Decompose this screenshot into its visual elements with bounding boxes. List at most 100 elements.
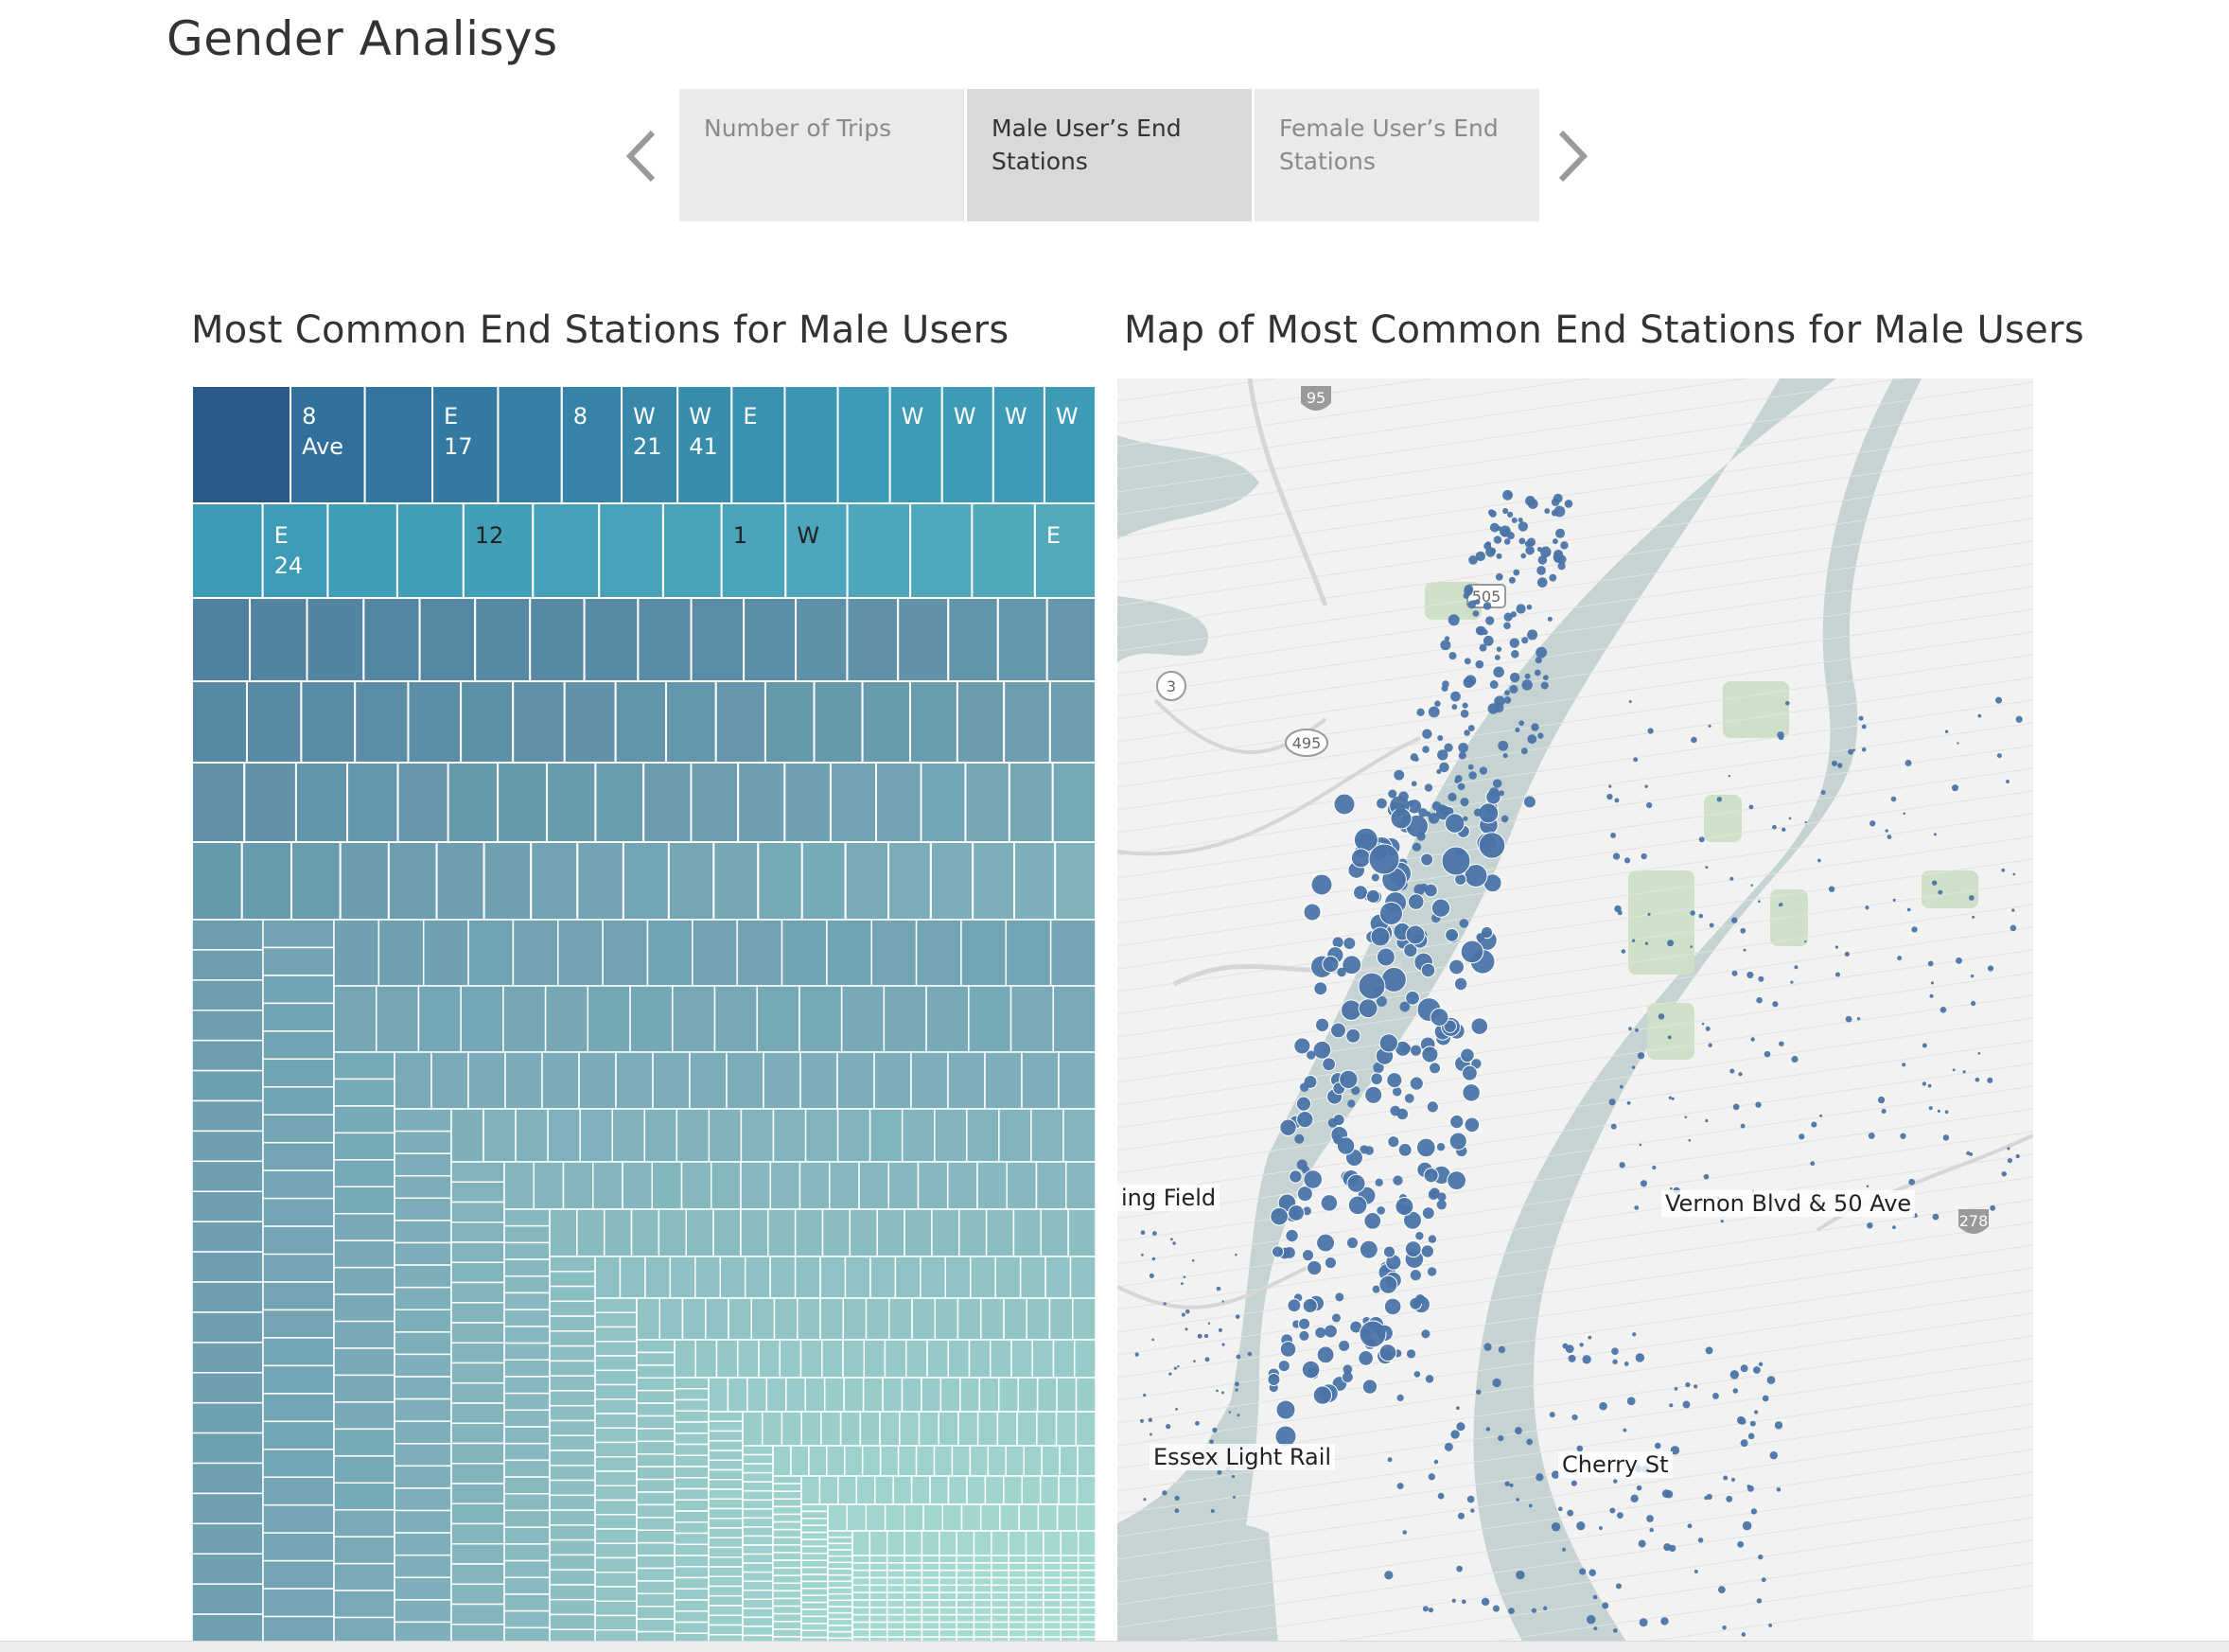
station-point[interactable]: [1621, 949, 1626, 954]
treemap-cell[interactable]: [888, 1297, 913, 1341]
station-point[interactable]: [1972, 915, 1975, 919]
treemap-cell[interactable]: [921, 1599, 940, 1608]
station-point[interactable]: [1527, 629, 1538, 641]
station-point[interactable]: [1728, 774, 1731, 778]
station-point[interactable]: [1453, 976, 1468, 992]
station-point[interactable]: [1279, 1118, 1297, 1136]
treemap-cell[interactable]: [851, 1530, 871, 1556]
station-point[interactable]: [1690, 945, 1693, 948]
treemap-cell[interactable]: [642, 762, 693, 843]
treemap-cell[interactable]: [904, 1621, 923, 1631]
station-point[interactable]: [1337, 967, 1346, 977]
treemap-cell[interactable]: [674, 1466, 710, 1479]
treemap-cell[interactable]: [1060, 1613, 1079, 1624]
treemap-cell[interactable]: [192, 1069, 264, 1102]
station-point[interactable]: [1197, 1333, 1202, 1339]
treemap-cell[interactable]: [450, 1483, 505, 1504]
treemap-cell[interactable]: [560, 386, 623, 504]
station-point[interactable]: [1235, 1314, 1240, 1319]
station-point[interactable]: [1287, 1298, 1302, 1313]
station-point[interactable]: [1418, 808, 1428, 817]
station-point[interactable]: [1307, 1259, 1323, 1276]
station-point[interactable]: [1333, 793, 1356, 816]
station-point[interactable]: [2006, 780, 2010, 783]
treemap-cell[interactable]: [939, 1377, 961, 1413]
treemap-cell[interactable]: [636, 1440, 676, 1455]
station-point[interactable]: [1466, 1495, 1475, 1503]
treemap-cell[interactable]: [884, 1503, 905, 1532]
treemap-cell[interactable]: [557, 919, 604, 987]
treemap-cell[interactable]: [1044, 1256, 1072, 1299]
treemap-cell[interactable]: [869, 1591, 888, 1601]
treemap-cell[interactable]: [879, 1411, 901, 1447]
treemap-cell[interactable]: [939, 1569, 957, 1579]
station-point[interactable]: [1612, 1359, 1618, 1364]
treemap-cell[interactable]: [363, 386, 434, 504]
treemap-cell[interactable]: [991, 1591, 1009, 1601]
treemap-cell[interactable]: [504, 1051, 543, 1110]
station-point[interactable]: [1323, 1324, 1338, 1339]
treemap-cell[interactable]: [904, 1530, 923, 1556]
treemap-cell[interactable]: [781, 1411, 802, 1447]
station-point[interactable]: [1444, 636, 1450, 641]
station-point[interactable]: [1228, 1411, 1232, 1414]
treemap-cell[interactable]: [708, 1556, 744, 1568]
station-point[interactable]: [1345, 1028, 1361, 1044]
treemap-cell[interactable]: [827, 1561, 853, 1570]
treemap-cell[interactable]: [532, 502, 601, 599]
station-point[interactable]: [1456, 1406, 1460, 1411]
station-point[interactable]: [1752, 1366, 1761, 1374]
station-point[interactable]: [1231, 1474, 1236, 1479]
treemap-cell[interactable]: [708, 1595, 744, 1607]
station-point[interactable]: [1687, 1523, 1693, 1529]
station-point[interactable]: [1185, 1309, 1190, 1314]
station-point[interactable]: [1638, 1539, 1646, 1548]
station-point[interactable]: [1531, 1608, 1537, 1613]
station-point[interactable]: [1442, 680, 1449, 688]
treemap-cell[interactable]: [985, 1208, 1015, 1257]
treemap-cell[interactable]: [742, 1562, 774, 1573]
treemap-cell[interactable]: [708, 1420, 744, 1432]
station-point[interactable]: [1731, 1477, 1735, 1482]
treemap-cell[interactable]: [594, 1600, 638, 1617]
treemap-cell[interactable]: [262, 1169, 335, 1200]
treemap-cell[interactable]: [1072, 1297, 1096, 1341]
station-point[interactable]: [1652, 1165, 1657, 1170]
treemap-cell[interactable]: [772, 1520, 802, 1531]
station-point[interactable]: [1270, 1206, 1289, 1226]
treemap-cell[interactable]: [720, 502, 787, 599]
treemap-cell[interactable]: [658, 1208, 687, 1257]
treemap-cell[interactable]: [262, 1476, 335, 1506]
station-point[interactable]: [1396, 1394, 1404, 1402]
treemap-cell[interactable]: [460, 985, 504, 1053]
station-point[interactable]: [1911, 926, 1918, 933]
treemap-cell[interactable]: [973, 1613, 992, 1624]
treemap-cell[interactable]: [262, 1559, 335, 1590]
station-point[interactable]: [1956, 957, 1962, 964]
treemap-cell[interactable]: [879, 1445, 900, 1477]
treemap-cell[interactable]: [674, 1377, 710, 1390]
station-point[interactable]: [1698, 836, 1705, 843]
treemap-cell[interactable]: [333, 1455, 395, 1485]
treemap-cell[interactable]: [1077, 1607, 1096, 1616]
treemap-cell[interactable]: [818, 1475, 839, 1505]
treemap-cell[interactable]: [800, 1559, 829, 1569]
treemap-cell[interactable]: [549, 1598, 596, 1616]
treemap-cell[interactable]: [262, 1309, 335, 1339]
station-point[interactable]: [1422, 746, 1430, 753]
treemap-cell[interactable]: [790, 1445, 810, 1477]
treemap-cell[interactable]: [944, 1256, 972, 1299]
station-point[interactable]: [1836, 763, 1843, 768]
treemap-cell[interactable]: [708, 1537, 744, 1549]
station-point[interactable]: [1454, 775, 1463, 782]
station-point[interactable]: [1181, 1312, 1185, 1317]
treemap-cell[interactable]: [674, 1421, 710, 1434]
treemap-cell[interactable]: [973, 1576, 992, 1587]
treemap-cell[interactable]: [674, 1576, 710, 1590]
station-point[interactable]: [1731, 970, 1738, 976]
station-point[interactable]: [1929, 993, 1934, 998]
treemap-cell[interactable]: [938, 1411, 959, 1447]
station-point[interactable]: [1536, 566, 1546, 575]
station-point[interactable]: [1221, 1391, 1225, 1395]
treemap-cell[interactable]: [262, 919, 335, 949]
